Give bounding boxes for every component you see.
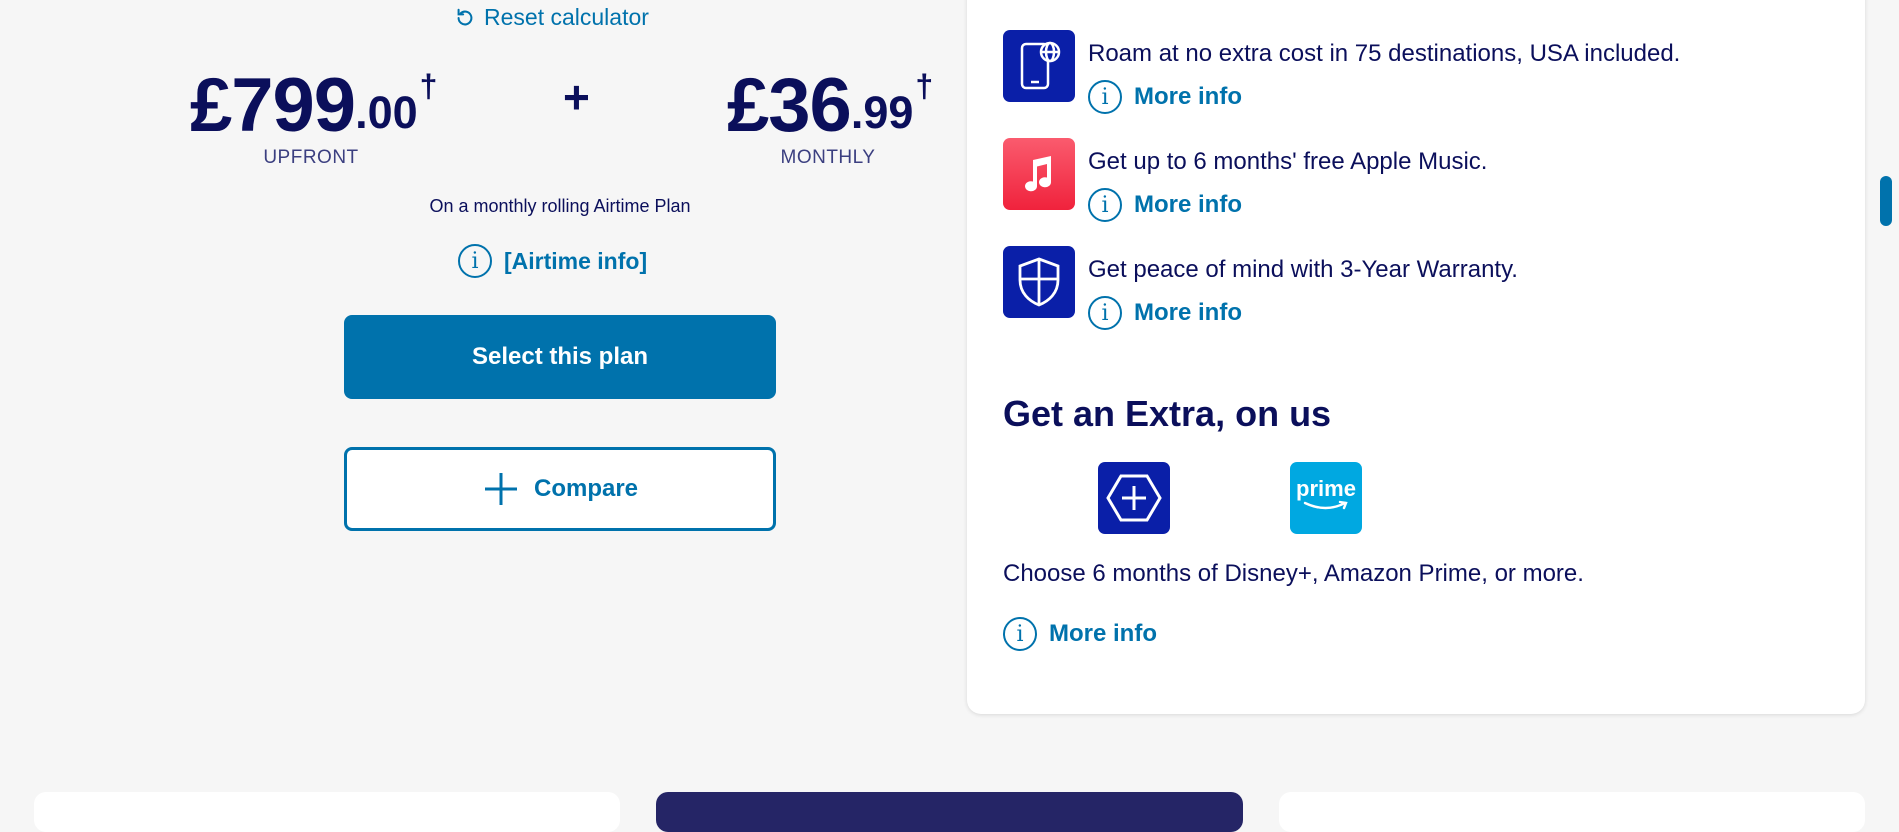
plus-sign: +: [563, 71, 590, 123]
scrollbar-thumb[interactable]: [1880, 176, 1892, 226]
reset-calculator-link[interactable]: Reset calculator: [454, 4, 649, 31]
extra-plus-icon: [1098, 462, 1170, 534]
extra-description: Choose 6 months of Disney+, Amazon Prime…: [1003, 560, 1584, 587]
compare-button[interactable]: Compare: [344, 447, 776, 531]
upfront-whole: £799: [190, 63, 356, 148]
more-info-label: More info: [1134, 299, 1242, 326]
more-info-label: More info: [1049, 620, 1157, 647]
upfront-price-block: £799 .00 †: [190, 63, 438, 148]
monthly-label: MONTHLY: [780, 147, 876, 168]
airtime-info-label: [Airtime info]: [504, 247, 648, 274]
perk-apple-music: Get up to 6 months' free Apple Music. i …: [1003, 138, 1487, 222]
perk-roaming: Roam at no extra cost in 75 destinations…: [1003, 30, 1680, 114]
upfront-label: UPFRONT: [263, 147, 359, 168]
perk-apple-music-more-info[interactable]: i More info: [1088, 188, 1487, 222]
reset-icon: [457, 8, 473, 25]
compare-label: Compare: [533, 475, 639, 502]
monthly-price-block: £36 .99 †: [727, 68, 972, 144]
monthly-price: £36 .99 †: [727, 68, 972, 144]
plan-card-right: [1279, 792, 1865, 832]
upfront-price: £799 .00 †: [190, 63, 438, 148]
extra-more-info[interactable]: i More info: [1003, 617, 1157, 651]
monthly-dagger: †: [915, 68, 934, 104]
monthly-whole: £36: [727, 63, 852, 148]
prime-icon: prime: [1290, 462, 1362, 534]
info-icon: i: [1088, 80, 1122, 114]
reset-calculator-label: Reset calculator: [484, 4, 649, 30]
perk-roaming-more-info[interactable]: i More info: [1088, 80, 1680, 114]
plan-card-left: [34, 792, 620, 832]
perk-apple-music-text: Get up to 6 months' free Apple Music.: [1088, 148, 1488, 175]
more-info-label: More info: [1134, 191, 1242, 218]
info-icon: i: [458, 244, 492, 278]
plus-icon: [484, 473, 517, 505]
monthly-decimal: .99: [850, 87, 914, 138]
extra-section-title: Get an Extra, on us: [1003, 393, 1332, 434]
prime-logo-text: prime: [1296, 476, 1356, 501]
perk-roaming-text: Roam at no extra cost in 75 destinations…: [1088, 40, 1681, 67]
info-icon: i: [1003, 617, 1037, 651]
plan-note: On a monthly rolling Airtime Plan: [429, 196, 691, 216]
roaming-phone-icon: [1003, 30, 1075, 102]
apple-music-icon: [1003, 138, 1075, 210]
perk-warranty: Get peace of mind with 3-Year Warranty. …: [1003, 246, 1518, 330]
select-plan-button[interactable]: Select this plan: [344, 315, 776, 399]
warranty-shield-icon: [1003, 246, 1075, 318]
info-icon: i: [1088, 296, 1122, 330]
perk-warranty-more-info[interactable]: i More info: [1088, 296, 1518, 330]
perk-warranty-text: Get peace of mind with 3-Year Warranty.: [1088, 256, 1518, 283]
airtime-info-link[interactable]: i [Airtime info]: [458, 244, 647, 278]
upfront-dagger: †: [419, 68, 438, 104]
upfront-decimal: .00: [355, 87, 418, 138]
info-icon: i: [1088, 188, 1122, 222]
more-info-label: More info: [1134, 83, 1242, 110]
plan-card-middle: [656, 792, 1243, 832]
